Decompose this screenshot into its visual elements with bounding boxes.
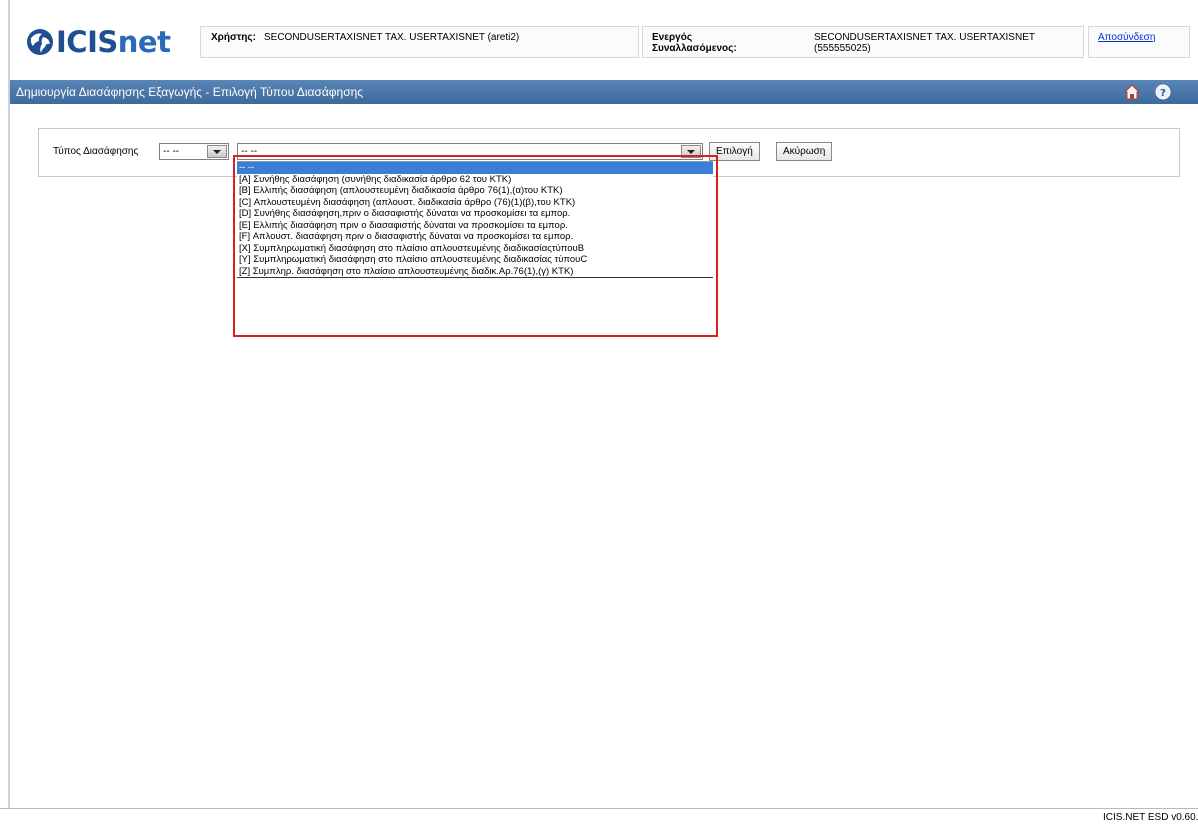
declaration-type-options: -- -- [A] Συνήθης διασάφηση (συνήθης δια… xyxy=(237,161,713,278)
option-y[interactable]: [Y] Συμπληρωματική διασάφηση στο πλαίσιο… xyxy=(237,254,713,266)
page-title-bar: Δημιουργία Διασάφησης Εξαγωγής - Επιλογή… xyxy=(10,80,1198,104)
active-trader-label: Ενεργός Συναλλασόμενος: xyxy=(652,32,737,54)
declaration-type-label: Τύπος Διασάφησης xyxy=(53,146,139,157)
globe-icon xyxy=(27,29,53,55)
option-d[interactable]: [D] Συνήθης διασάφηση,πριν ο διασαφιστής… xyxy=(237,208,713,220)
svg-text:?: ? xyxy=(1160,88,1166,99)
declaration-code-select[interactable]: -- -- xyxy=(159,143,229,160)
logout-box: Αποσύνδεση xyxy=(1088,26,1190,58)
user-label: Χρήστης: xyxy=(211,32,256,43)
option-a[interactable]: [A] Συνήθης διασάφηση (συνήθης διαδικασί… xyxy=(237,174,713,186)
logo-text: ICISnet xyxy=(56,25,171,59)
header: ICISnet Χρήστης: SECONDUSERTAXISNET TAX.… xyxy=(10,0,1198,78)
app-logo: ICISnet xyxy=(26,22,171,62)
chevron-down-icon[interactable] xyxy=(207,145,227,158)
declaration-code-value: -- -- xyxy=(163,146,180,157)
option-e[interactable]: [E] Ελλιπής διασάφηση πριν ο διασαφιστής… xyxy=(237,220,713,232)
page-title: Δημιουργία Διασάφησης Εξαγωγής - Επιλογή… xyxy=(16,85,364,99)
option-f[interactable]: [F] Απλουστ. διασάφηση πριν ο διασαφιστή… xyxy=(237,231,713,243)
home-icon[interactable] xyxy=(1124,84,1140,100)
version-text: ICIS.NET ESD v0.60.1 xyxy=(1103,812,1198,823)
option-z[interactable]: [Z] Συμπληρ. διασάφηση στο πλαίσιο απλου… xyxy=(237,266,713,278)
option-c[interactable]: [C] Απλουστευμένη διασάφηση (απλουστ. δι… xyxy=(237,197,713,209)
option-x[interactable]: [X] Συμπληρωματική διασάφηση στο πλαίσιο… xyxy=(237,243,713,255)
help-icon[interactable]: ? xyxy=(1155,84,1171,100)
active-trader-value: SECONDUSERTAXISNET TAX. USERTAXISNET (55… xyxy=(814,32,1035,54)
user-value: SECONDUSERTAXISNET TAX. USERTAXISNET (ar… xyxy=(264,32,520,43)
active-trader-box: Ενεργός Συναλλασόμενος: SECONDUSERTAXISN… xyxy=(642,26,1084,58)
option-none[interactable]: -- -- xyxy=(237,162,713,174)
logout-link[interactable]: Αποσύνδεση xyxy=(1098,32,1155,43)
user-info-box: Χρήστης: SECONDUSERTAXISNET TAX. USERTAX… xyxy=(200,26,639,58)
cancel-button[interactable]: Ακύρωση xyxy=(776,142,833,161)
footer-divider xyxy=(0,808,1198,809)
page: ICISnet Χρήστης: SECONDUSERTAXISNET TAX.… xyxy=(10,0,1198,808)
option-b[interactable]: [B] Ελλιπής διασάφηση (απλουστευμένη δια… xyxy=(237,185,713,197)
